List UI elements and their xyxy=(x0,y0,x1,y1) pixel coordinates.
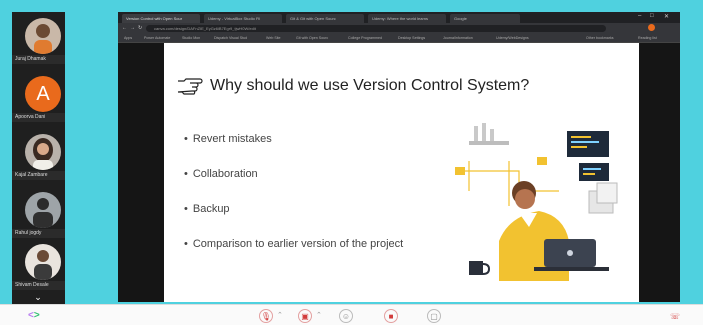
profile-icon[interactable] xyxy=(648,24,655,31)
presentation-slide: Why should we use Version Control System… xyxy=(164,43,639,302)
bookmark[interactable]: JournalInformation xyxy=(443,35,473,42)
bookmark[interactable]: Studio Mon xyxy=(182,35,200,42)
record-icon[interactable]: ■ xyxy=(384,309,398,323)
bookmark[interactable]: Desktop Settings xyxy=(398,35,425,42)
close-icon[interactable]: ✕ xyxy=(664,13,669,20)
bookmark[interactable]: Git with Open Sourc xyxy=(296,35,328,42)
back-icon[interactable]: ← xyxy=(122,25,127,31)
url-field[interactable]: canva.com/design/DAFnZIE_EyGz6iB7Egr9_tj… xyxy=(146,25,606,32)
participant-tile[interactable]: Kajal Zambare xyxy=(12,130,65,182)
participant-tile[interactable]: A Apoorva Dani xyxy=(12,72,65,124)
browser-tab[interactable]: Version Control with Open Sour xyxy=(122,14,200,23)
avatar: A xyxy=(25,76,61,112)
avatar xyxy=(25,18,61,54)
browser-tab[interactable]: Udemy - VirtualBox Studio Fil xyxy=(204,14,282,23)
bookmark[interactable]: Apps xyxy=(124,35,132,42)
browser-tab-strip: Version Control with Open Sour Udemy - V… xyxy=(118,12,680,23)
avatar xyxy=(25,192,61,228)
developer-illustration xyxy=(455,123,618,281)
browser-tab[interactable]: Udemy: Where the world learns xyxy=(368,14,446,23)
shared-screen: Version Control with Open Sour Udemy - V… xyxy=(118,12,680,302)
screen-share-icon[interactable]: ▢ xyxy=(427,309,441,323)
end-call-icon[interactable]: ☏ xyxy=(668,309,682,323)
participant-name: Kajal Zambare xyxy=(12,171,65,180)
bullet-item: Collaboration xyxy=(184,168,258,180)
bookmark[interactable]: Power Automate xyxy=(144,35,170,42)
chevron-up-icon[interactable]: ⌃ xyxy=(277,311,283,319)
forward-icon[interactable]: → xyxy=(130,25,135,31)
bookmark[interactable]: Dispatch Visual Stud xyxy=(214,35,247,42)
code-brackets-icon[interactable]: <> xyxy=(28,310,40,321)
address-bar: ← → ↻ canva.com/design/DAFnZIE_EyGz6iB7E… xyxy=(118,23,680,34)
bookmark[interactable]: College Programmed xyxy=(348,35,382,42)
bookmark[interactable]: Other bookmarks xyxy=(586,35,614,42)
slide-title: Why should we use Version Control System… xyxy=(176,77,529,95)
participant-tile[interactable]: Juraj Dhamak xyxy=(12,14,65,66)
bookmark[interactable]: Udemy/WebDesigns xyxy=(496,35,529,42)
participant-name: Apoorva Dani xyxy=(12,113,65,122)
minimize-icon[interactable]: – xyxy=(638,13,641,19)
participant-tile[interactable]: Shivam Desale xyxy=(12,240,65,292)
chevron-up-icon[interactable]: ⌃ xyxy=(316,311,322,319)
mic-muted-icon[interactable]: 🎙 xyxy=(259,309,273,323)
participants-sidebar: Juraj Dhamak A Apoorva Dani Kajal Zambar… xyxy=(12,12,65,304)
browser-tab[interactable]: Git & Git with Open Sourc xyxy=(286,14,364,23)
chevron-down-icon[interactable]: ⌄ xyxy=(30,292,46,302)
bookmark[interactable]: Web Site xyxy=(266,35,281,42)
meeting-toolbar: <> 🎙 ⌃ ▣ ⌃ ☺ ■ ▢ ☏ xyxy=(0,304,703,325)
slide-title-text: Why should we use Version Control System… xyxy=(210,77,530,94)
emoji-icon[interactable]: ☺ xyxy=(339,309,353,323)
avatar xyxy=(25,134,61,170)
bullet-item: Comparison to earlier version of the pro… xyxy=(184,238,403,250)
browser-tab[interactable]: Google xyxy=(450,14,520,23)
pointing-hand-icon xyxy=(177,78,203,95)
camera-muted-icon[interactable]: ▣ xyxy=(298,309,312,323)
participant-tile[interactable]: Rahul jogdy xyxy=(12,188,65,240)
avatar xyxy=(25,244,61,280)
maximize-icon[interactable]: □ xyxy=(650,13,654,19)
participant-name: Rahul jogdy xyxy=(12,229,65,238)
reload-icon[interactable]: ↻ xyxy=(138,25,142,31)
bullet-item: Backup xyxy=(184,203,230,215)
participant-name: Shivam Desale xyxy=(12,281,65,290)
bullet-item: Revert mistakes xyxy=(184,133,272,145)
participant-name: Juraj Dhamak xyxy=(12,55,65,64)
bookmarks-bar: Apps Power Automate Studio Mon Dispatch … xyxy=(118,34,680,43)
bookmark[interactable]: Reading list xyxy=(638,35,657,42)
